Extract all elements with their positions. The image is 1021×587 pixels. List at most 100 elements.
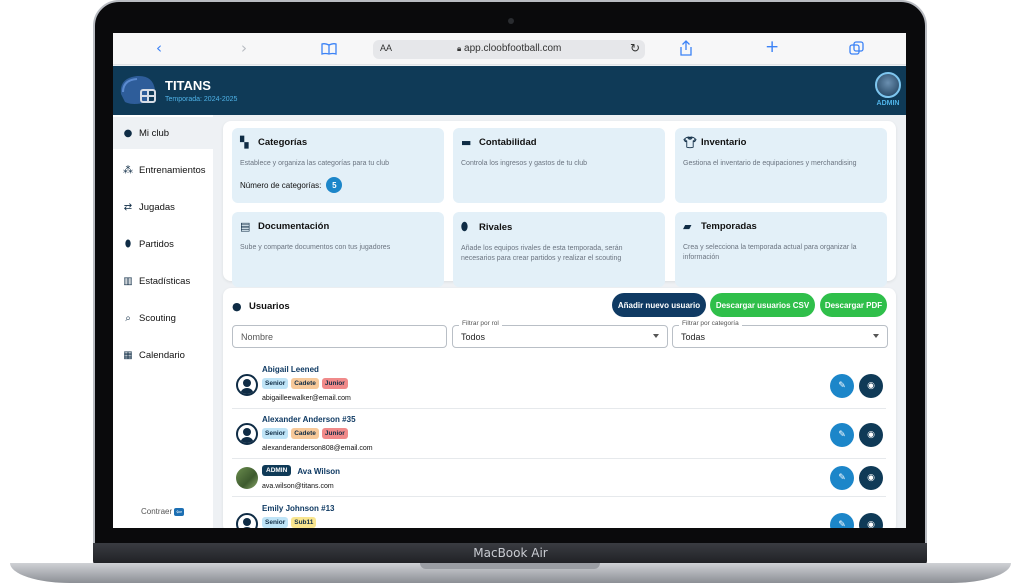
sidebar: ● Mi club ⁂ Entrenamientos ⇄ Jugadas ⬮ P… [113,115,213,528]
address-bar[interactable]: AA 🔒︎ app.cloobfootball.com ↻ [373,40,645,59]
sidebar-item-label: Estadísticas [139,275,191,287]
category-filter-select[interactable]: Filtrar por categoría Todas [672,320,888,348]
card-description: Sube y comparte documentos con tus jugad… [240,244,391,251]
screen: ‹ › AA 🔒︎ app.cloobfootball.com ↻ + TITA… [113,33,906,528]
document-icon: ▤ [240,220,251,233]
category-tag: Senior [262,428,289,439]
training-icon: ⁂ [123,164,133,176]
card-description: Gestiona el inventario de equipaciones y… [683,160,857,167]
book-icon[interactable] [321,41,337,59]
view-button[interactable]: ◉ [859,374,883,398]
card-title: Documentación [258,221,330,232]
category-tag: Cadete [291,378,319,389]
category-tag: Cadete [291,428,319,439]
table-row[interactable]: Emily Johnson #13 Senior Sub11 ✎ ◉ [232,497,886,528]
plays-icon: ⇄ [123,201,133,213]
view-button[interactable]: ◉ [859,513,883,528]
sidebar-item-jugadas[interactable]: ⇄ Jugadas [113,191,213,223]
table-row[interactable]: Abigail Leened Senior Cadete Junior abig… [232,359,886,409]
card-documentacion[interactable]: ▤ Documentación Sube y comparte documento… [232,212,444,287]
url-text: app.cloobfootball.com [464,43,562,54]
role-filter-select[interactable]: Filtrar por rol Todos [452,320,668,348]
card-title: Rivales [479,221,513,233]
view-button[interactable]: ◉ [859,423,883,447]
forward-icon[interactable]: › [241,39,247,57]
laptop-base: MacBook Air [0,543,1021,587]
user-email: alexanderanderson808@email.com [262,445,373,452]
sidebar-item-label: Calendario [139,349,185,361]
user-name: Emily Johnson #13 [262,504,335,513]
shirt-icon: 👕︎ [683,136,697,149]
avatar [236,467,258,489]
share-icon[interactable] [679,40,693,60]
category-tag: Junior [321,378,348,389]
avatar[interactable] [875,72,901,98]
user-icon: ● [232,300,242,313]
edit-button[interactable]: ✎ [830,423,854,447]
football-icon: ⬮ [461,220,468,233]
user-name: Abigail Leened [262,365,319,374]
sidebar-item-scouting[interactable]: ⌕ Scouting [113,302,213,334]
category-filter-label: Filtrar por categoría [679,320,742,327]
category-tag: Senior [262,378,289,389]
reload-icon[interactable]: ↻ [630,41,640,55]
category-count-label: Número de categorías: [240,180,322,190]
new-tab-icon[interactable]: + [765,37,779,57]
avatar [236,423,258,445]
eye-icon: ◉ [867,473,875,483]
browser-toolbar: ‹ › AA 🔒︎ app.cloobfootball.com ↻ + [113,33,906,65]
sidebar-item-entrenamientos[interactable]: ⁂ Entrenamientos [113,154,213,186]
edit-button[interactable]: ✎ [830,374,854,398]
collapse-label: Contraer [141,507,173,516]
sidebar-item-mi-club[interactable]: ● Mi club [113,117,213,149]
sidebar-item-label: Scouting [139,312,176,324]
table-row[interactable]: Alexander Anderson #35 Senior Cadete Jun… [232,409,886,459]
chevron-down-icon [873,334,879,338]
back-icon[interactable]: ‹ [156,39,162,57]
card-categorias[interactable]: ▚ Categorías Establece y organiza las cat… [232,128,444,203]
text-size-button[interactable]: AA [380,43,392,53]
avatar [236,374,258,396]
role-filter-value: Todos [461,331,486,342]
card-temporadas[interactable]: ▰ Temporadas Crea y selecciona la tempora… [675,212,887,287]
table-row[interactable]: ADMIN Ava Wilson ava.wilson@titans.com ✎… [232,459,886,497]
sidebar-item-partidos[interactable]: ⬮ Partidos [113,228,213,260]
card-title: Inventario [701,137,747,148]
card-inventario[interactable]: 👕︎ Inventario Gestiona el inventario de e… [675,128,887,203]
category-tag: Junior [321,428,348,439]
role-filter-label: Filtrar por rol [459,320,502,327]
club-icon: ● [123,127,133,139]
bar-chart-icon: ▥ [123,275,133,287]
edit-button[interactable]: ✎ [830,466,854,490]
card-title: Categorías [258,137,308,148]
device-label: MacBook Air [473,546,548,560]
calendar-icon: ▦ [123,349,133,361]
app-header: TITANS Temporada: 2024-2025 ADMIN [113,66,906,115]
category-tag: Senior [262,517,289,528]
card-contabilidad[interactable]: ▬ Contabilidad Controla los ingresos y ga… [453,128,665,203]
name-search-input[interactable] [241,331,446,342]
download-pdf-button[interactable]: Descargar PDF [820,293,887,317]
user-email: abigailleewalker@email.com [262,395,351,402]
tabs-icon[interactable] [849,41,864,59]
sidebar-item-calendario[interactable]: ▦ Calendario [113,339,213,371]
add-user-button[interactable]: Añadir nuevo usuario [612,293,706,317]
eye-icon: ◉ [867,381,875,391]
edit-button[interactable]: ✎ [830,513,854,528]
user-email: ava.wilson@titans.com [262,483,334,490]
download-csv-button[interactable]: Descargar usuarios CSV [710,293,815,317]
category-filter-value: Todas [681,331,706,342]
view-button[interactable]: ◉ [859,466,883,490]
team-name: TITANS [165,78,211,93]
collapse-sidebar-button[interactable]: Contraer ⇦ [141,507,184,516]
sidebar-item-label: Mi club [139,127,170,139]
chevron-down-icon [653,334,659,338]
card-description: Establece y organiza las categorías para… [240,160,390,167]
credit-card-icon: ▬ [461,136,472,149]
user-name: Ava Wilson [297,467,341,476]
sidebar-item-estadisticas[interactable]: ▥ Estadísticas [113,265,213,297]
name-filter-input[interactable] [232,325,447,348]
card-rivales[interactable]: ⬮ Rivales Añade los equipos rivales de es… [453,212,665,287]
role-badge: ADMIN [262,465,292,476]
card-title: Temporadas [701,221,757,232]
